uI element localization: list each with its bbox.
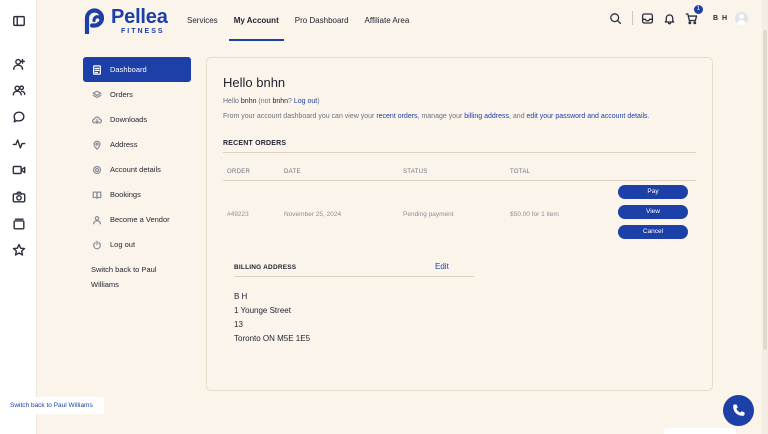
menu-item-address[interactable]: Address (83, 132, 191, 157)
nav-pro-dashboard[interactable]: Pro Dashboard (295, 0, 349, 41)
phone-icon (733, 404, 745, 416)
address-line: B H (234, 292, 248, 301)
downloads-icon (91, 114, 103, 126)
activity-icon[interactable] (11, 136, 26, 151)
video-icon[interactable] (11, 162, 26, 177)
view-button[interactable]: View (618, 205, 688, 219)
address-line: 1 Younge Street (234, 306, 291, 315)
recent-orders-link[interactable]: recent orders (376, 113, 417, 120)
description-text: , manage your (417, 113, 465, 120)
section-divider (223, 152, 696, 153)
order-total: $50.00 for 1 item (510, 211, 559, 218)
cart-icon[interactable]: 1 (685, 5, 703, 25)
orders-icon (91, 89, 103, 101)
description-text: From your account dashboard you can view… (223, 113, 377, 120)
greeting-line: Hello bnhn (not bnhn? Log out) (223, 98, 320, 105)
description-text: . (647, 113, 650, 120)
menu-item-label: Downloads (110, 115, 148, 124)
logo[interactable]: Pellea FITNESS (84, 7, 168, 35)
cancel-button[interactable]: Cancel (618, 225, 688, 239)
main-nav: Services My Account Pro Dashboard Affili… (187, 0, 425, 41)
inbox-icon[interactable] (641, 11, 655, 25)
logo-name: Pellea (111, 6, 168, 28)
billing-divider (234, 276, 474, 277)
edit-account-link[interactable]: edit your password and account details (527, 113, 648, 120)
menu-item-downloads[interactable]: Downloads (83, 107, 191, 132)
folder-icon[interactable] (11, 216, 26, 231)
avatar[interactable] (735, 11, 748, 25)
settings-icon (91, 164, 103, 176)
bottom-panel-edge (664, 428, 736, 434)
power-icon (91, 239, 103, 251)
log-out-link[interactable]: Log out (294, 98, 317, 105)
logo-mark-icon (84, 8, 105, 34)
switch-back-link[interactable]: Switch back to Paul Williams (91, 262, 181, 292)
menu-item-bookings[interactable]: Bookings (83, 182, 191, 207)
order-status: Pending payment (403, 211, 454, 218)
recent-orders-heading: RECENT ORDERS (223, 140, 287, 147)
greeting-text: Hello (223, 98, 241, 105)
nav-my-account[interactable]: My Account (228, 0, 284, 41)
top-header: Pellea FITNESS Services My Account Pro D… (37, 0, 768, 41)
dashboard-card: Hello bnhn Hello bnhn (not bnhn? Log out… (206, 57, 713, 391)
menu-item-label: Log out (110, 240, 136, 249)
header-divider (631, 11, 633, 25)
account-menu: Dashboard Orders Downloads Address Accou… (83, 57, 191, 257)
description-text: , and (509, 113, 527, 120)
book-icon (91, 189, 103, 201)
menu-item-log-out[interactable]: Log out (83, 232, 191, 257)
cart-count-badge: 1 (693, 5, 703, 14)
column-header-date: DATE (284, 169, 301, 175)
column-header-total: TOTAL (510, 169, 531, 175)
menu-item-label: Account details (110, 165, 161, 174)
dashboard-icon (91, 64, 103, 76)
username: bnhn (240, 98, 257, 105)
switch-back-toast[interactable]: Switch back to Paul Williams (5, 397, 104, 414)
column-header-order: ORDER (227, 169, 251, 175)
menu-item-label: Address (110, 140, 138, 149)
order-number-link[interactable]: #49223 (227, 211, 249, 218)
camera-icon[interactable] (11, 189, 26, 204)
chat-icon[interactable] (11, 109, 26, 124)
greeting-text: ) (317, 98, 320, 105)
users-icon[interactable] (11, 82, 26, 97)
user-initials[interactable]: B H (713, 15, 728, 22)
bell-icon[interactable] (663, 11, 677, 25)
edit-billing-link[interactable]: Edit (435, 262, 449, 271)
sidebar-toggle-icon[interactable] (11, 13, 26, 28)
address-line: Toronto ON M5E 1E5 (234, 334, 311, 343)
menu-item-label: Orders (110, 90, 133, 99)
address-icon (91, 139, 103, 151)
user-icon (91, 214, 103, 226)
menu-item-dashboard[interactable]: Dashboard (83, 57, 191, 82)
page-scrollbar[interactable] (762, 0, 768, 434)
menu-item-account-details[interactable]: Account details (83, 157, 191, 182)
menu-item-label: Bookings (110, 190, 141, 199)
billing-address-heading: BILLING ADDRESS (234, 264, 297, 271)
star-icon[interactable] (11, 242, 26, 257)
search-icon[interactable] (609, 11, 623, 25)
left-icon-rail (0, 0, 37, 434)
user-add-icon[interactable] (11, 56, 26, 71)
menu-item-orders[interactable]: Orders (83, 82, 191, 107)
dashboard-description: From your account dashboard you can view… (223, 113, 650, 120)
phone-call-button[interactable] (723, 395, 754, 426)
order-date: November 25, 2024 (284, 211, 342, 218)
billing-address-link[interactable]: billing address (464, 113, 509, 120)
pay-button[interactable]: Pay (618, 185, 688, 199)
column-header-status: STATUS (403, 169, 428, 175)
address-line: 13 (234, 320, 243, 329)
logo-subtitle: FITNESS (121, 28, 165, 35)
header-actions: 1 B H (601, 5, 748, 25)
nav-affiliate-area[interactable]: Affiliate Area (365, 0, 410, 41)
menu-item-label: Dashboard (110, 65, 147, 74)
menu-item-label: Become a Vendor (110, 215, 170, 224)
username: bnhn (272, 98, 289, 105)
table-header-divider (223, 180, 696, 181)
page-title: Hello bnhn (223, 75, 286, 90)
billing-address-block: B H 1 Younge Street 13 Toronto ON M5E 1E… (234, 290, 310, 346)
greeting-text: (not (256, 98, 273, 105)
menu-item-become-vendor[interactable]: Become a Vendor (83, 207, 191, 232)
nav-services[interactable]: Services (187, 0, 218, 41)
